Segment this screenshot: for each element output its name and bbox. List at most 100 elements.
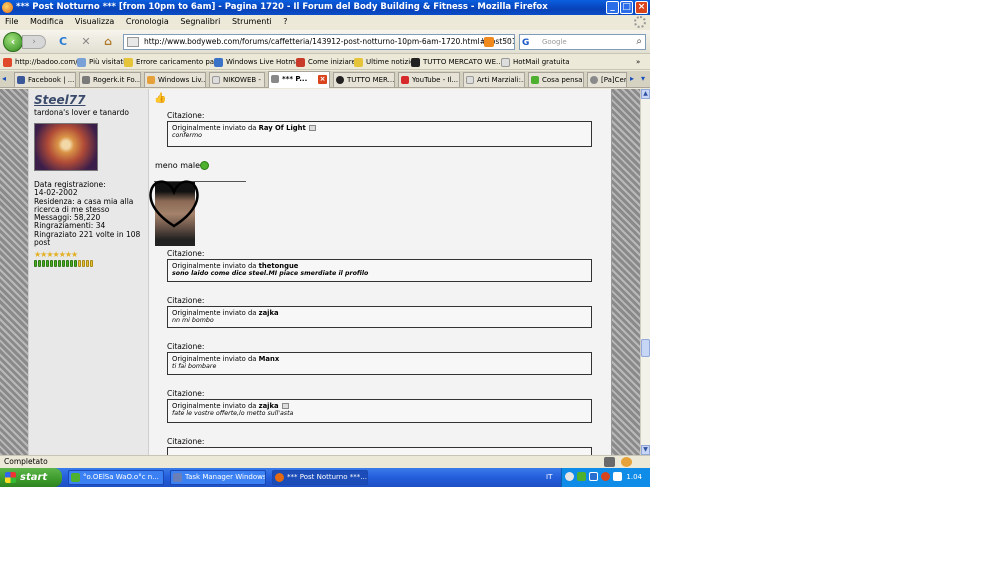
bookmark-item[interactable]: TUTTO MERCATO WE...: [411, 55, 503, 69]
status-text: Completato: [4, 457, 48, 466]
tab-list-icon[interactable]: ▾: [641, 74, 645, 83]
menu-cronologia[interactable]: Cronologia: [126, 17, 169, 26]
rss-feed-icon[interactable]: [484, 37, 494, 47]
rep-point-icon: [54, 260, 57, 268]
menu-strumenti[interactable]: Strumenti: [232, 17, 272, 26]
addon-status-icon[interactable]: [604, 457, 615, 467]
bookmark-item[interactable]: Windows Live Hotmail: [214, 55, 303, 69]
quote-label: Citazione:: [167, 249, 205, 258]
stop-button[interactable]: ✕: [79, 35, 93, 49]
language-indicator[interactable]: IT: [546, 468, 552, 487]
user-title: tardona's lover e tanardo: [34, 108, 129, 117]
menu-segnalibri[interactable]: Segnalibri: [180, 17, 220, 26]
rep-point-icon: [66, 260, 69, 268]
tray-help-icon[interactable]: [565, 472, 574, 481]
maximize-button[interactable]: □: [620, 1, 633, 14]
scroll-up-button[interactable]: ▲: [641, 89, 650, 99]
tab[interactable]: YouTube - Il...: [398, 72, 460, 87]
url-bar[interactable]: http://www.bodyweb.com/forums/caffetteri…: [123, 34, 515, 50]
rep-point-icon: [78, 260, 81, 268]
post-message: meno male: [155, 161, 210, 170]
search-engine-icon[interactable]: G: [522, 36, 529, 50]
quote-block: Originalmente inviato da zajka nn mi bom…: [167, 306, 592, 328]
taskbar-item-active[interactable]: *** Post Notturno ***...: [272, 470, 368, 485]
tab-scroll-right-icon[interactable]: ▸: [630, 74, 634, 83]
user-info-panel: Steel77 tardona's lover e tanardo Data r…: [29, 89, 149, 455]
bookmark-favicon-icon: [501, 58, 510, 67]
quote-author: Manx: [258, 355, 280, 363]
minimize-button[interactable]: _: [606, 1, 619, 14]
clock[interactable]: 1.04: [626, 468, 642, 487]
tray-network-icon[interactable]: [577, 472, 586, 481]
bookmark-favicon-icon: [296, 58, 305, 67]
tab[interactable]: [Pa]Cer: [587, 72, 627, 87]
quote-block: Originalmente inviato da thetongue sono …: [167, 259, 592, 282]
reload-button[interactable]: C: [56, 35, 70, 49]
view-post-icon[interactable]: [281, 403, 289, 409]
quote-block: Originalmente inviato da Ray Of Light co…: [167, 121, 592, 147]
tab-favicon-icon: [466, 76, 474, 84]
bookmark-item[interactable]: Ultime notizie: [354, 55, 414, 69]
bookmark-item[interactable]: HotMail gratuita: [501, 55, 570, 69]
close-button[interactable]: ×: [635, 1, 648, 14]
forward-button[interactable]: ›: [22, 35, 46, 49]
site-identity-icon[interactable]: [127, 37, 139, 47]
taskbar-item[interactable]: °o.OElSa WaO.o°c n...: [68, 470, 164, 485]
vertical-scrollbar[interactable]: ▲ ▼: [640, 89, 650, 455]
bookmarks-toolbar: http://badoo.com/ Più visitati Errore ca…: [0, 55, 650, 70]
rep-point-icon: [62, 260, 65, 268]
quote-text: nn mi bombo: [172, 317, 214, 325]
tab-close-icon[interactable]: ×: [318, 75, 327, 84]
bookmark-item[interactable]: Più visitati: [77, 55, 125, 69]
post-username[interactable]: Steel77: [34, 93, 143, 107]
taskbar-item[interactable]: Task Manager Windows: [170, 470, 266, 485]
scroll-thumb[interactable]: [641, 339, 650, 357]
left-decorative-border: [0, 89, 28, 455]
menu-help[interactable]: ?: [283, 17, 287, 26]
user-details: Data registrazione: 14-02-2002 Residenza…: [34, 180, 143, 247]
url-text: http://www.bodyweb.com/forums/caffetteri…: [144, 37, 515, 46]
quote-block: Originalmente inviato da zajka fate le v…: [167, 399, 592, 423]
tray-security-icon[interactable]: [601, 472, 610, 481]
tab[interactable]: TUTTO MER...: [333, 72, 395, 87]
bookmark-item[interactable]: Come iniziare: [296, 55, 356, 69]
tab[interactable]: Rogerk.it Fo...: [79, 72, 141, 87]
tab-favicon-icon: [82, 76, 90, 84]
rep-point-icon: [58, 260, 61, 268]
view-post-icon[interactable]: [308, 125, 316, 131]
tab[interactable]: NIKOWEB -: [209, 72, 265, 87]
start-button[interactable]: start: [0, 468, 62, 487]
menu-modifica[interactable]: Modifica: [30, 17, 63, 26]
scroll-down-button[interactable]: ▼: [641, 445, 650, 455]
bookmark-star-icon[interactable]: ☆: [502, 35, 511, 49]
search-icon[interactable]: ⌕: [636, 35, 642, 49]
bookmark-favicon-icon: [77, 58, 86, 67]
back-button[interactable]: ‹: [3, 32, 23, 52]
tab-active[interactable]: *** P... ×: [268, 71, 330, 88]
smiley-status-icon[interactable]: [621, 457, 632, 467]
tab-favicon-icon: [271, 75, 279, 83]
throbber-icon: [634, 16, 646, 28]
quote-label: Citazione:: [167, 296, 205, 305]
bookmarks-chevron[interactable]: »: [636, 55, 640, 69]
home-button[interactable]: ⌂: [101, 35, 115, 49]
bookmark-favicon-icon: [354, 58, 363, 67]
avatar[interactable]: [34, 123, 98, 171]
task-icon: [173, 473, 182, 482]
bookmark-item[interactable]: Errore caricamento pa...: [124, 55, 221, 69]
menu-file[interactable]: File: [5, 17, 18, 26]
tray-display-icon[interactable]: [589, 472, 598, 481]
tray-volume-icon[interactable]: [613, 472, 622, 481]
tab[interactable]: Windows Liv...: [144, 72, 206, 87]
search-box[interactable]: G Google ⌕: [519, 34, 646, 50]
menu-visualizza[interactable]: Visualizza: [75, 17, 114, 26]
quote-label: Citazione:: [167, 111, 205, 120]
tab-scroll-left-icon[interactable]: ◂: [2, 74, 6, 83]
quote-author: zajka: [258, 309, 279, 317]
quote-block: Originalmente inviato da Manx ti fai bom…: [167, 352, 592, 375]
bookmark-item[interactable]: http://badoo.com/: [3, 55, 78, 69]
tab[interactable]: Arti Marziali:...: [463, 72, 525, 87]
tab[interactable]: Facebook | ...: [14, 72, 76, 87]
firefox-icon: [2, 2, 13, 13]
tab[interactable]: Cosa pensa...: [528, 72, 584, 87]
